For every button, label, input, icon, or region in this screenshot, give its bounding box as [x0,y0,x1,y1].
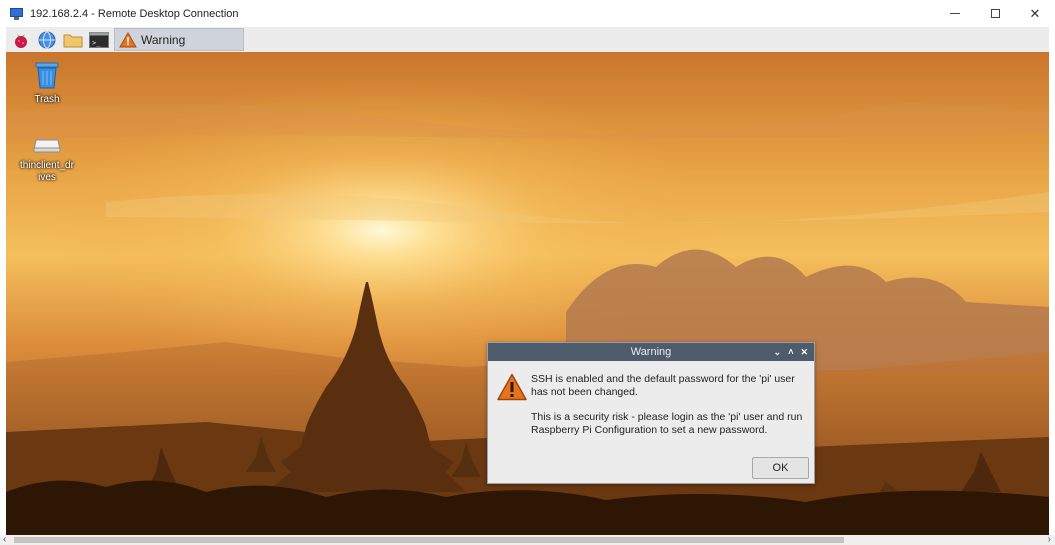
close-button[interactable]: ✕ [1015,0,1055,27]
taskbar-window-warning[interactable]: Warning [114,28,244,51]
warning-icon [497,373,527,401]
drive-icon [33,139,61,153]
ok-button[interactable]: OK [752,457,809,479]
desktop-icon-label: Trash [34,94,60,105]
dialog-close-button[interactable]: ✕ [800,347,808,358]
dialog-body: SSH is enabled and the default password … [488,361,814,485]
warning-icon [119,31,137,47]
taskbar-window-label: Warning [141,32,186,47]
dialog-maximize-button[interactable]: ˄ [788,347,793,357]
terminal-icon: >_ [88,31,109,48]
close-icon: ✕ [1029,5,1041,21]
desktop-icon-label: thinclient_drives [20,160,74,183]
maximize-button[interactable] [975,0,1015,27]
dialog-title: Warning [630,346,672,358]
raspberry-menu-button[interactable] [9,28,32,51]
terminal-button[interactable]: >_ [87,28,110,51]
trash-icon [35,62,59,89]
dialog-minimize-button[interactable]: ⌄ [774,347,782,358]
scroll-right-icon[interactable]: › [1048,534,1051,545]
horizontal-scrollbar[interactable]: ‹ › [0,534,1055,545]
window-controls: ✕ [935,0,1055,27]
remote-desktop-icon [10,7,24,21]
dialog-message-line-1: SSH is enabled and the default password … [531,373,795,398]
warning-dialog: Warning ⌄ ˄ ✕ SSH is enabled and the def… [487,342,815,484]
dialog-title-bar[interactable]: Warning ⌄ ˄ ✕ [488,343,814,361]
web-browser-icon [38,31,55,48]
minimize-icon [950,13,960,14]
file-manager-button[interactable] [61,28,84,51]
window-title: 192.168.2.4 - Remote Desktop Connection [30,7,239,20]
web-browser-button[interactable] [35,28,58,51]
maximize-icon [990,9,1000,18]
dialog-controls: ⌄ ˄ ✕ [774,343,808,361]
raspberry-menu-icon [14,33,27,48]
remote-desktop[interactable]: Trash thinclient_drives >_ Warning Warni… [6,27,1049,535]
taskbar-panel: >_ Warning [6,27,1049,52]
file-manager-icon [63,34,82,47]
desktop-icon-trash[interactable]: Trash [12,60,82,106]
scrollbar-thumb[interactable] [14,537,844,543]
rdp-title-bar[interactable]: 192.168.2.4 - Remote Desktop Connection … [0,0,1055,27]
svg-text:>_: >_ [92,39,101,47]
dialog-message-line-2: This is a security risk - please login a… [531,411,803,436]
dialog-message: SSH is enabled and the default password … [531,373,811,449]
minimize-button[interactable] [935,0,975,27]
desktop-icon-thinclient-drives[interactable]: thinclient_drives [12,132,82,184]
scroll-left-icon[interactable]: ‹ [3,534,6,545]
